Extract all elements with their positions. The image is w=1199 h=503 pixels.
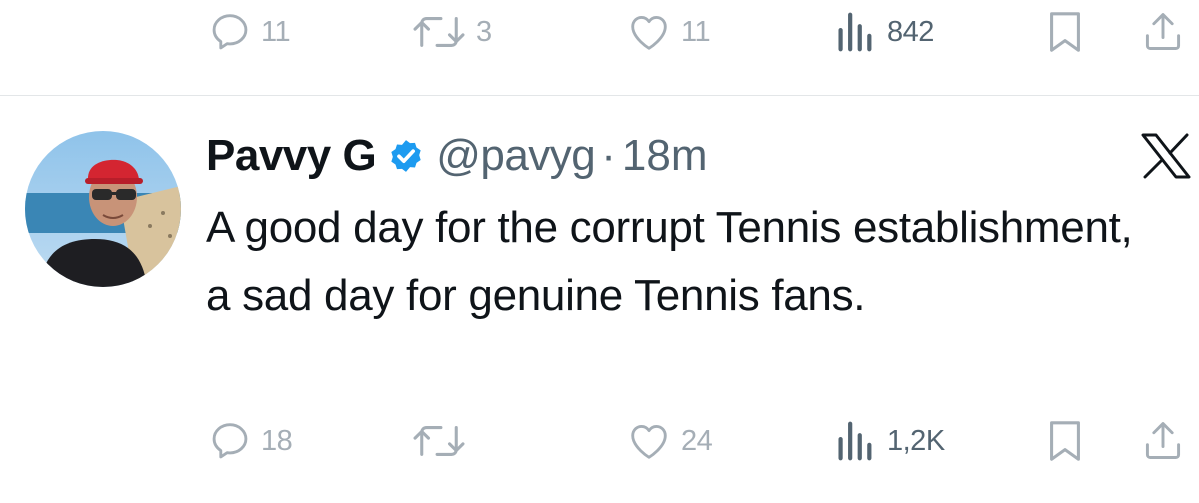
like-button[interactable]: 11 [625, 2, 711, 62]
avatar-photo [25, 131, 181, 287]
retweet-count: 3 [476, 15, 492, 48]
tweet-divider [0, 95, 1199, 96]
share-button[interactable] [1141, 411, 1185, 471]
retweet-icon [413, 426, 465, 456]
reply-count: 18 [261, 424, 293, 457]
share-icon [1145, 422, 1181, 459]
avatar[interactable] [25, 131, 181, 287]
tweet-header: Pavvy G @pavyg · 18m [206, 130, 708, 182]
tweet-timestamp[interactable]: 18m [622, 131, 708, 181]
views-button[interactable]: 1,2K [833, 411, 945, 471]
author-name[interactable]: Pavvy G [206, 131, 377, 181]
like-button[interactable]: 24 [625, 411, 713, 471]
bookmark-icon [1050, 421, 1080, 461]
like-count: 11 [681, 15, 711, 48]
reply-count: 11 [261, 15, 291, 48]
views-count: 1,2K [887, 424, 945, 457]
reply-button[interactable]: 11 [207, 2, 291, 62]
bookmark-icon [1050, 12, 1080, 52]
views-button[interactable]: 842 [833, 2, 934, 62]
retweet-icon [413, 17, 465, 47]
heart-icon [631, 424, 667, 459]
top-action-bar: 11 3 11 842 [0, 2, 1199, 62]
heart-icon [631, 15, 667, 50]
retweet-button[interactable] [410, 411, 476, 471]
views-icon [838, 12, 872, 52]
views-icon [838, 421, 872, 461]
retweet-button[interactable]: 3 [410, 2, 492, 62]
bookmark-button[interactable] [1045, 2, 1085, 62]
separator-dot: · [601, 131, 616, 180]
verified-badge-icon [386, 136, 426, 176]
reply-icon [212, 14, 248, 50]
tweet-text: A good day for the corrupt Tennis establ… [206, 203, 1133, 320]
x-logo-icon[interactable] [1141, 133, 1191, 179]
share-icon [1145, 13, 1181, 50]
author-handle[interactable]: @pavyg [436, 131, 596, 181]
tweet-action-bar: 18 24 1,2K [0, 411, 1199, 471]
bookmark-button[interactable] [1045, 411, 1085, 471]
reply-icon [212, 423, 248, 459]
share-button[interactable] [1141, 2, 1185, 62]
views-count: 842 [887, 15, 934, 48]
reply-button[interactable]: 18 [207, 411, 293, 471]
like-count: 24 [681, 424, 713, 457]
